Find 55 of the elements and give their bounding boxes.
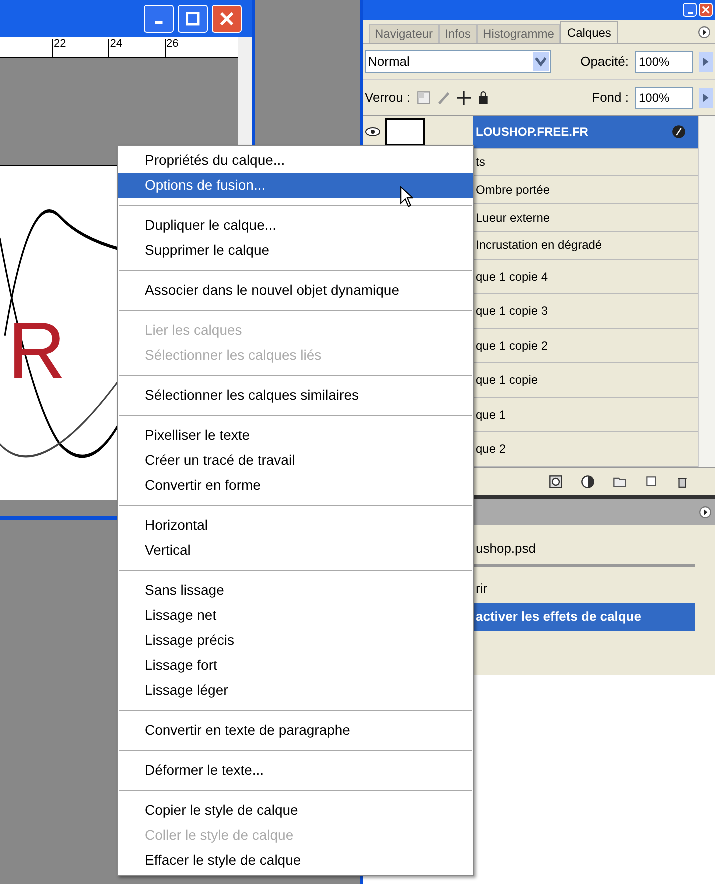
opacity-field[interactable]: 100% bbox=[635, 50, 693, 72]
close-button[interactable] bbox=[212, 4, 242, 32]
menu-item[interactable]: Sans lissage bbox=[118, 578, 473, 603]
panel-tab[interactable]: Infos bbox=[439, 24, 478, 43]
layer-label: que 1 copie 4 bbox=[475, 268, 548, 286]
menu-item[interactable]: Options de fusion... bbox=[118, 173, 473, 198]
panel-tab[interactable]: Navigateur bbox=[369, 24, 440, 43]
layer-label: que 1 copie 3 bbox=[475, 303, 548, 320]
layer-label: que 2 bbox=[475, 441, 506, 458]
menu-item[interactable]: Déformer le texte... bbox=[118, 758, 473, 783]
menu-item[interactable]: Lissage fort bbox=[118, 653, 473, 678]
layer-label: que 1 bbox=[475, 406, 506, 424]
mouse-cursor-icon bbox=[400, 186, 413, 208]
maximize-icon bbox=[186, 12, 200, 26]
layer-label: Incrustation en dégradé bbox=[475, 237, 602, 254]
new-layer-icon[interactable] bbox=[645, 475, 658, 488]
menu-item[interactable]: Convertir en texte de paragraphe bbox=[118, 718, 473, 743]
close-icon bbox=[220, 12, 234, 26]
fill-field[interactable]: 100% bbox=[635, 86, 693, 108]
layer-effects-icon bbox=[672, 124, 686, 139]
menu-item[interactable]: Lissage léger bbox=[118, 678, 473, 703]
layer-label: Ombre portée bbox=[475, 182, 550, 199]
minimize-button[interactable] bbox=[144, 4, 174, 32]
layer-label: ts bbox=[475, 154, 486, 172]
menu-item[interactable]: Effacer le style de calque bbox=[118, 848, 473, 873]
layer-label: LOUSHOP.FREE.FR bbox=[475, 124, 588, 141]
eye-icon[interactable] bbox=[365, 126, 381, 138]
panel-menu-icon[interactable] bbox=[698, 26, 711, 39]
mask-icon[interactable] bbox=[549, 474, 563, 488]
panel-tab[interactable]: Calques bbox=[560, 21, 618, 43]
close-icon bbox=[702, 6, 710, 14]
fill-label: Fond : bbox=[592, 88, 629, 107]
minimize-icon bbox=[688, 12, 692, 14]
blend-mode-dropdown[interactable]: Normal bbox=[365, 50, 551, 73]
lock-icon[interactable] bbox=[476, 91, 490, 104]
minimize-icon bbox=[155, 21, 163, 24]
layer-label: Lueur externe bbox=[475, 210, 550, 227]
adjustment-icon[interactable] bbox=[581, 474, 595, 488]
menu-item[interactable]: Convertir en forme bbox=[118, 473, 473, 498]
dropdown-caret-icon bbox=[533, 52, 549, 71]
layer-label: que 1 copie bbox=[475, 372, 538, 390]
lock-label: Verrou : bbox=[365, 88, 411, 107]
minimize-button[interactable] bbox=[683, 3, 697, 17]
maximize-button[interactable] bbox=[178, 4, 208, 32]
opacity-label: Opacité: bbox=[580, 52, 629, 71]
menu-item[interactable]: Copier le style de calque bbox=[118, 798, 473, 823]
menu-item[interactable]: Lissage précis bbox=[118, 628, 473, 653]
arrow-right-icon[interactable] bbox=[699, 88, 713, 108]
move-icon[interactable] bbox=[456, 90, 471, 104]
layer-row[interactable]: LOUSHOP.FREE.FR bbox=[363, 116, 698, 149]
panel-tab[interactable]: Histogramme bbox=[477, 24, 560, 43]
panel-menu-icon[interactable] bbox=[699, 506, 712, 518]
arrow-right-icon[interactable] bbox=[699, 52, 713, 72]
layer-label: que 1 copie 2 bbox=[475, 338, 548, 355]
close-button[interactable] bbox=[699, 3, 713, 17]
